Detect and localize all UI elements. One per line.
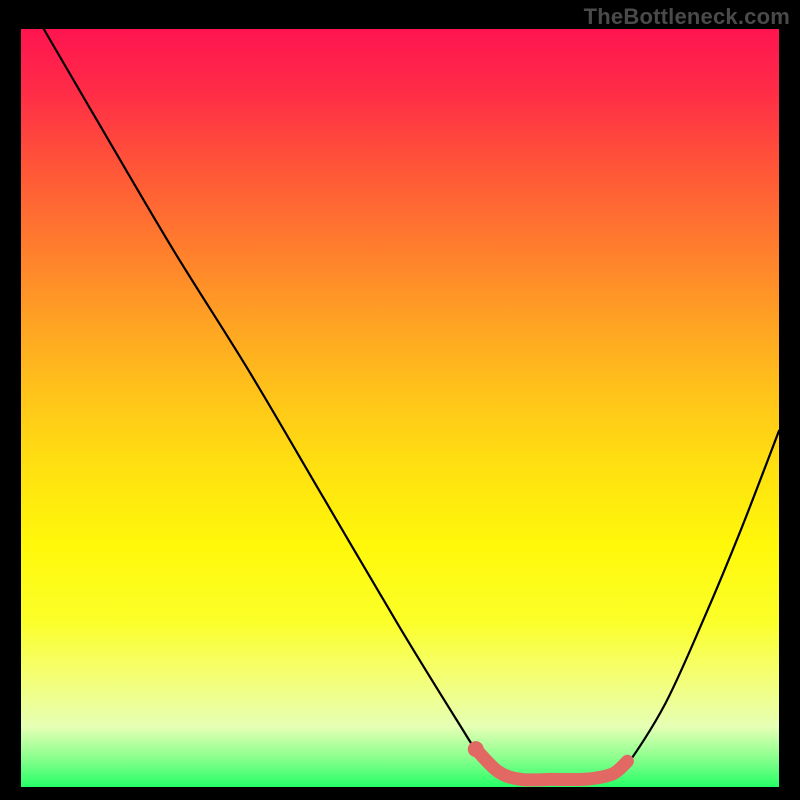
highlight-segment: [476, 749, 628, 780]
chart-frame: TheBottleneck.com: [0, 0, 800, 800]
curve-layer: [21, 29, 779, 787]
watermark-text: TheBottleneck.com: [584, 4, 790, 30]
bottleneck-curve: [44, 29, 779, 780]
highlight-marker: [468, 741, 484, 757]
plot-area: [21, 29, 779, 787]
